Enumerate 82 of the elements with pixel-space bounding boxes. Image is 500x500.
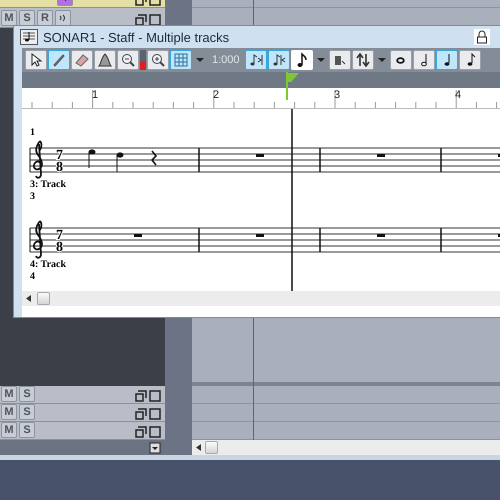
maximize-icon[interactable]: [149, 390, 161, 402]
whole-rest-icon: [256, 234, 264, 237]
treble-clef-icon: [33, 140, 43, 179]
staff-app-icon: [20, 29, 38, 45]
scroll-thumb[interactable]: [37, 292, 50, 305]
track-toggle-button[interactable]: S: [19, 10, 35, 26]
time-readout: 1:000: [211, 54, 241, 66]
scroll-thumb[interactable]: [205, 441, 218, 454]
whole-rest-icon: [134, 234, 142, 237]
expand-icon[interactable]: [149, 442, 161, 454]
caret-icon: [316, 57, 325, 63]
note-duration-button[interactable]: [290, 50, 313, 70]
restore-icon[interactable]: [135, 14, 147, 26]
ruler-number: 3: [334, 89, 340, 101]
eraser-icon: [74, 52, 90, 68]
bell-icon: [97, 52, 113, 68]
grid-icon: [173, 52, 189, 68]
note-drawing: [88, 149, 96, 168]
caret-icon: [378, 57, 386, 63]
velocity-button[interactable]: [94, 50, 116, 70]
track-header[interactable]: [0, 0, 165, 8]
track-toggle-button[interactable]: S: [19, 386, 35, 402]
caret-icon: [196, 57, 204, 63]
pencil-icon: [51, 52, 67, 68]
track-toggle-button[interactable]: M: [1, 404, 17, 420]
zoom-out-button[interactable]: [117, 50, 139, 70]
scroll-left-icon[interactable]: [196, 444, 201, 451]
whole-note-icon: [396, 56, 406, 64]
maximize-icon[interactable]: [149, 408, 161, 420]
track-header[interactable]: M S: [0, 422, 165, 440]
whole-note-button[interactable]: [390, 50, 412, 70]
restore-icon[interactable]: [135, 408, 147, 420]
whole-rest-icon: [256, 154, 264, 157]
ruler-number: 4: [455, 89, 462, 101]
track-number: 3: [30, 191, 35, 202]
zoom-meter: [140, 50, 146, 70]
flag-icon[interactable]: [286, 72, 300, 100]
lock-icon[interactable]: [474, 29, 490, 45]
track-number: 4: [30, 271, 35, 282]
whole-rest-icon: [377, 234, 385, 237]
fill-button[interactable]: [328, 50, 351, 70]
draw-button[interactable]: [48, 50, 70, 70]
track-toggle-button[interactable]: M: [1, 422, 17, 438]
maximize-icon[interactable]: [149, 14, 161, 26]
track-label: 4: Track: [30, 259, 66, 270]
measure-number: 1: [30, 127, 35, 138]
sound-waves-icon: [58, 13, 68, 23]
window-title: SONAR1 - Staff - Multiple tracks: [43, 30, 230, 44]
maximize-icon[interactable]: [149, 426, 161, 438]
track-header[interactable]: M S: [0, 404, 165, 422]
whole-rest-icon: [377, 154, 385, 157]
track-toggle-button[interactable]: S: [19, 404, 35, 420]
erase-button[interactable]: [71, 50, 93, 70]
snap-left-button[interactable]: [268, 50, 290, 70]
restore-icon[interactable]: [135, 426, 147, 438]
quarter-note-button[interactable]: [436, 50, 458, 70]
track-toggle-button[interactable]: M: [1, 10, 17, 26]
snap-right-button[interactable]: [244, 50, 267, 70]
zoom-in-icon: [150, 52, 166, 68]
zoom-out-icon: [120, 52, 136, 68]
grid-button[interactable]: [170, 50, 192, 70]
ruler-number: 1: [92, 89, 98, 101]
track-header[interactable]: M S: [0, 386, 165, 404]
track-toggle-button[interactable]: S: [19, 422, 35, 438]
treble-clef-icon: [33, 220, 43, 259]
select-button[interactable]: [25, 50, 47, 70]
snap-icon: [270, 52, 287, 68]
track-label: 3: Track: [30, 179, 66, 190]
note-drawing: [116, 152, 124, 172]
zoom-in-button[interactable]: [147, 50, 169, 70]
swap-button[interactable]: [352, 50, 374, 70]
track-toggle-button[interactable]: R: [37, 10, 53, 26]
ruler-number: 2: [213, 89, 220, 101]
up-down-arrows-icon: [354, 52, 371, 68]
track-toggle-button[interactable]: M: [1, 386, 17, 402]
input-echo-button[interactable]: [55, 10, 71, 26]
eighth-note-button[interactable]: [458, 50, 481, 70]
half-note-button[interactable]: [412, 50, 435, 70]
snap-icon: [248, 52, 264, 68]
scroll-left-icon[interactable]: [26, 295, 31, 302]
restore-icon[interactable]: [135, 390, 147, 402]
quarter-rest-icon: [150, 150, 158, 166]
